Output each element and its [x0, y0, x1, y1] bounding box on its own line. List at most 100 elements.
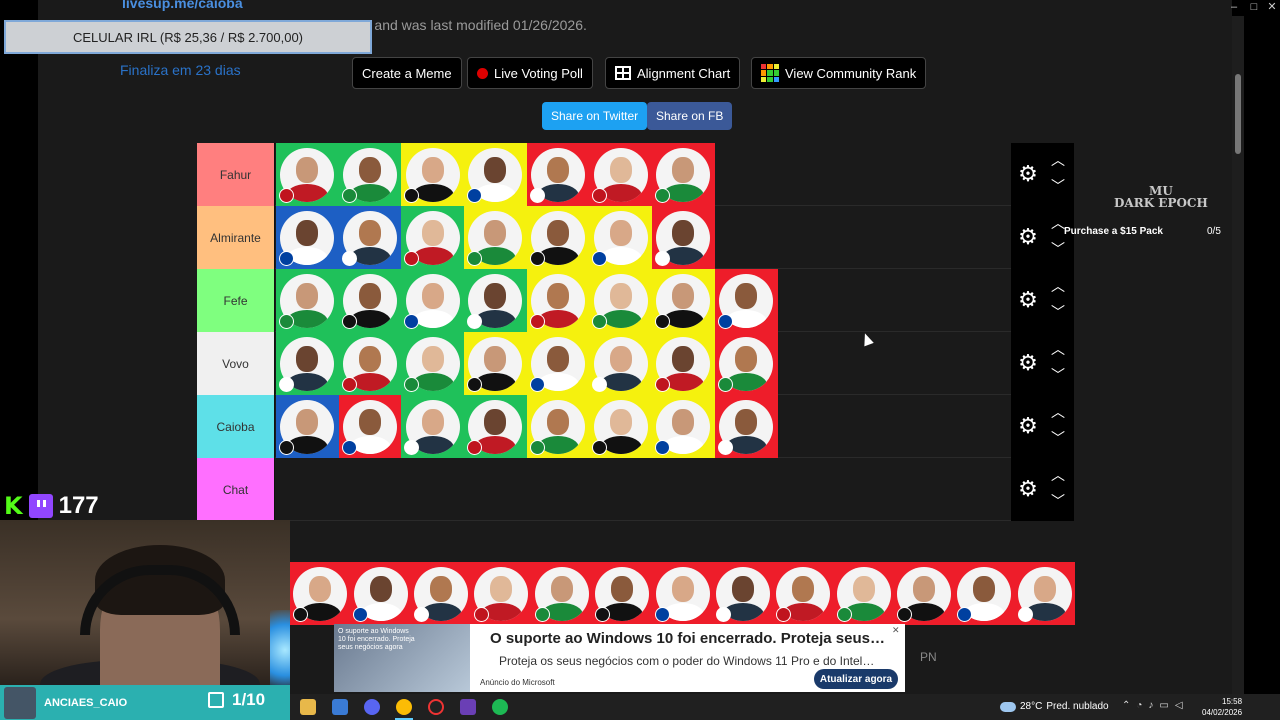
- player-card[interactable]: [589, 332, 653, 395]
- chrome-icon[interactable]: [396, 699, 412, 715]
- player-card[interactable]: [464, 143, 527, 206]
- discord-icon[interactable]: [364, 699, 380, 715]
- ad-close-icon[interactable]: ✕: [892, 625, 902, 635]
- player-card[interactable]: [954, 562, 1015, 625]
- player-card[interactable]: [893, 562, 955, 625]
- tier-label[interactable]: Caioba: [197, 395, 275, 458]
- player-card[interactable]: [290, 562, 351, 625]
- live-poll-button[interactable]: Live Voting Poll: [467, 57, 593, 89]
- player-card[interactable]: [471, 562, 532, 625]
- player-card[interactable]: [276, 395, 339, 458]
- player-card[interactable]: [276, 269, 339, 332]
- maximize-button[interactable]: □: [1244, 0, 1264, 16]
- player-card[interactable]: [591, 562, 653, 625]
- player-card[interactable]: [401, 206, 465, 269]
- scrollbar-thumb[interactable]: [1235, 74, 1241, 154]
- player-card[interactable]: [401, 395, 465, 458]
- player-card[interactable]: [526, 395, 590, 458]
- player-card[interactable]: [712, 562, 774, 625]
- gear-icon[interactable]: ⚙: [1017, 352, 1039, 374]
- player-card[interactable]: [338, 332, 402, 395]
- chevron-down-icon[interactable]: ﹀: [1051, 305, 1065, 319]
- player-card[interactable]: [338, 143, 402, 206]
- player-card[interactable]: [401, 332, 465, 395]
- player-card[interactable]: [589, 206, 653, 269]
- tier-label[interactable]: Almirante: [197, 206, 275, 269]
- player-card[interactable]: [338, 269, 402, 332]
- bottom-ad[interactable]: O suporte ao Windows 10 foi encerrado. P…: [334, 624, 905, 692]
- gear-icon[interactable]: ⚙: [1017, 289, 1039, 311]
- player-card[interactable]: [1014, 562, 1075, 625]
- player-card[interactable]: [526, 143, 590, 206]
- chevron-down-icon[interactable]: ﹀: [1051, 431, 1065, 445]
- clock[interactable]: 15:58 04/02/2026: [1202, 696, 1242, 718]
- player-card[interactable]: [464, 206, 527, 269]
- share-fb-button[interactable]: Share on FB: [647, 102, 733, 130]
- create-meme-button[interactable]: Create a Meme: [352, 57, 462, 89]
- player-card[interactable]: [464, 269, 527, 332]
- tier-label[interactable]: Vovo: [197, 332, 275, 395]
- chevron-up-icon[interactable]: ︿: [1051, 216, 1065, 230]
- minimize-button[interactable]: –: [1224, 0, 1244, 16]
- app-icon[interactable]: [460, 699, 476, 715]
- spotify-icon[interactable]: [492, 699, 508, 715]
- player-card[interactable]: [833, 562, 894, 625]
- player-card[interactable]: [589, 143, 653, 206]
- player-card[interactable]: [338, 395, 402, 458]
- player-card[interactable]: [401, 143, 465, 206]
- player-card[interactable]: [410, 562, 472, 625]
- player-card[interactable]: [531, 562, 592, 625]
- file-explorer-icon[interactable]: [300, 699, 316, 715]
- player-card[interactable]: [338, 206, 402, 269]
- player-card[interactable]: [652, 269, 715, 332]
- player-card[interactable]: [276, 332, 339, 395]
- player-card[interactable]: [714, 395, 778, 458]
- chevron-down-icon[interactable]: ﹀: [1051, 368, 1065, 382]
- player-card[interactable]: [652, 143, 715, 206]
- store-icon[interactable]: [332, 699, 348, 715]
- gear-icon[interactable]: ⚙: [1017, 478, 1039, 500]
- player-card[interactable]: [276, 206, 339, 269]
- tier-label[interactable]: Chat: [197, 458, 275, 521]
- alignment-chart-button[interactable]: Alignment Chart: [605, 57, 741, 89]
- chevron-down-icon[interactable]: ﹀: [1051, 179, 1065, 193]
- gear-icon[interactable]: ⚙: [1017, 226, 1039, 248]
- chevron-down-icon[interactable]: ﹀: [1051, 494, 1065, 508]
- chevron-down-icon[interactable]: ﹀: [1051, 242, 1065, 256]
- weather-widget[interactable]: 28°C Pred. nublado: [1000, 701, 1109, 712]
- gear-icon[interactable]: ⚙: [1017, 415, 1039, 437]
- player-card[interactable]: [526, 269, 590, 332]
- gear-icon[interactable]: ⚙: [1017, 163, 1039, 185]
- player-card[interactable]: [464, 332, 527, 395]
- ad-cta-button[interactable]: Atualizar agora: [814, 669, 898, 689]
- side-ad[interactable]: MU DARK EPOCH Purchase a $15 Pack 0/5: [1064, 182, 1244, 262]
- player-card[interactable]: [652, 332, 715, 395]
- share-twitter-button[interactable]: Share on Twitter: [542, 102, 648, 130]
- player-card[interactable]: [464, 395, 527, 458]
- chevron-up-icon[interactable]: ︿: [1051, 153, 1065, 167]
- tier-label[interactable]: Fefe: [197, 269, 275, 332]
- player-card[interactable]: [589, 269, 653, 332]
- player-card[interactable]: [526, 332, 590, 395]
- community-rank-button[interactable]: View Community Rank: [751, 57, 927, 89]
- player-card[interactable]: [652, 562, 713, 625]
- player-card[interactable]: [714, 332, 778, 395]
- player-card[interactable]: [589, 395, 653, 458]
- player-card[interactable]: [652, 395, 715, 458]
- player-card[interactable]: [276, 143, 339, 206]
- system-tray[interactable]: ⌃◔♪▭◁: [1122, 700, 1189, 711]
- chevron-up-icon[interactable]: ︿: [1051, 279, 1065, 293]
- player-card[interactable]: [714, 269, 778, 332]
- player-card[interactable]: [350, 562, 411, 625]
- player-card[interactable]: [401, 269, 465, 332]
- chevron-up-icon[interactable]: ︿: [1051, 468, 1065, 482]
- player-card[interactable]: [526, 206, 590, 269]
- player-card[interactable]: [652, 206, 715, 269]
- chevron-up-icon[interactable]: ︿: [1051, 342, 1065, 356]
- tier-label[interactable]: Fahur: [197, 143, 275, 206]
- chevron-up-icon[interactable]: ︿: [1051, 405, 1065, 419]
- obs-icon[interactable]: [428, 699, 444, 715]
- scrollbar[interactable]: [1232, 16, 1244, 694]
- close-button[interactable]: ✕: [1262, 0, 1280, 16]
- player-card[interactable]: [773, 562, 834, 625]
